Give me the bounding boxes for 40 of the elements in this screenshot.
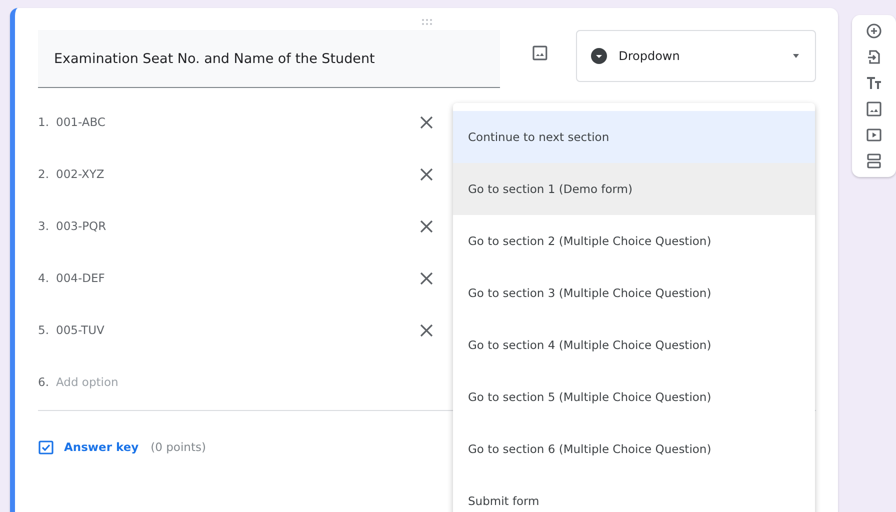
- option-label[interactable]: 002-XYZ: [56, 167, 420, 181]
- menu-item[interactable]: Go to section 1 (Demo form): [453, 163, 815, 215]
- menu-item[interactable]: Go to section 2 (Multiple Choice Question): [453, 215, 815, 267]
- menu-item[interactable]: Go to section 5 (Multiple Choice Question): [453, 371, 815, 423]
- option-number: 2.: [38, 167, 50, 181]
- section-icon[interactable]: [866, 153, 882, 169]
- close-icon[interactable]: [420, 168, 433, 180]
- close-icon[interactable]: [420, 116, 433, 128]
- video-icon[interactable]: [866, 127, 882, 143]
- close-icon[interactable]: [420, 272, 433, 284]
- dropdown-circle-icon: [590, 48, 607, 64]
- question-title-field[interactable]: Examination Seat No. and Name of the Student: [38, 30, 500, 88]
- question-type-label: Dropdown: [618, 49, 680, 63]
- close-icon[interactable]: [420, 324, 433, 336]
- option-label[interactable]: 001-ABC: [56, 115, 420, 129]
- text-size-icon[interactable]: [866, 75, 882, 91]
- add-icon[interactable]: [866, 23, 882, 39]
- caret-icon: [790, 53, 801, 59]
- menu-item[interactable]: Go to section 3 (Multiple Choice Question): [453, 267, 815, 319]
- menu-item[interactable]: Submit form: [453, 475, 815, 512]
- answer-key-link[interactable]: Answer key: [64, 440, 139, 454]
- image-icon[interactable]: [532, 45, 548, 61]
- option-number: 1.: [38, 115, 50, 129]
- menu-item[interactable]: Go to section 4 (Multiple Choice Question): [453, 319, 815, 371]
- menu-item[interactable]: Go to section 6 (Multiple Choice Question): [453, 423, 815, 475]
- option-label[interactable]: 005-TUV: [56, 323, 420, 337]
- drag-handle-icon[interactable]: [420, 18, 434, 26]
- option-label[interactable]: 004-DEF: [56, 271, 420, 285]
- close-icon[interactable]: [420, 220, 433, 232]
- option-number: 3.: [38, 219, 50, 233]
- image-icon[interactable]: [866, 101, 882, 117]
- option-number: 5.: [38, 323, 50, 337]
- import-icon[interactable]: [866, 49, 882, 65]
- points-label: (0 points): [150, 440, 206, 454]
- menu-item[interactable]: Continue to next section: [453, 111, 815, 163]
- question-type-select[interactable]: Dropdown: [576, 30, 816, 82]
- option-label[interactable]: 003-PQR: [56, 219, 420, 233]
- option-number: 4.: [38, 271, 50, 285]
- checkbox-clipboard-icon[interactable]: [38, 439, 54, 455]
- option-number: 6.: [38, 375, 50, 389]
